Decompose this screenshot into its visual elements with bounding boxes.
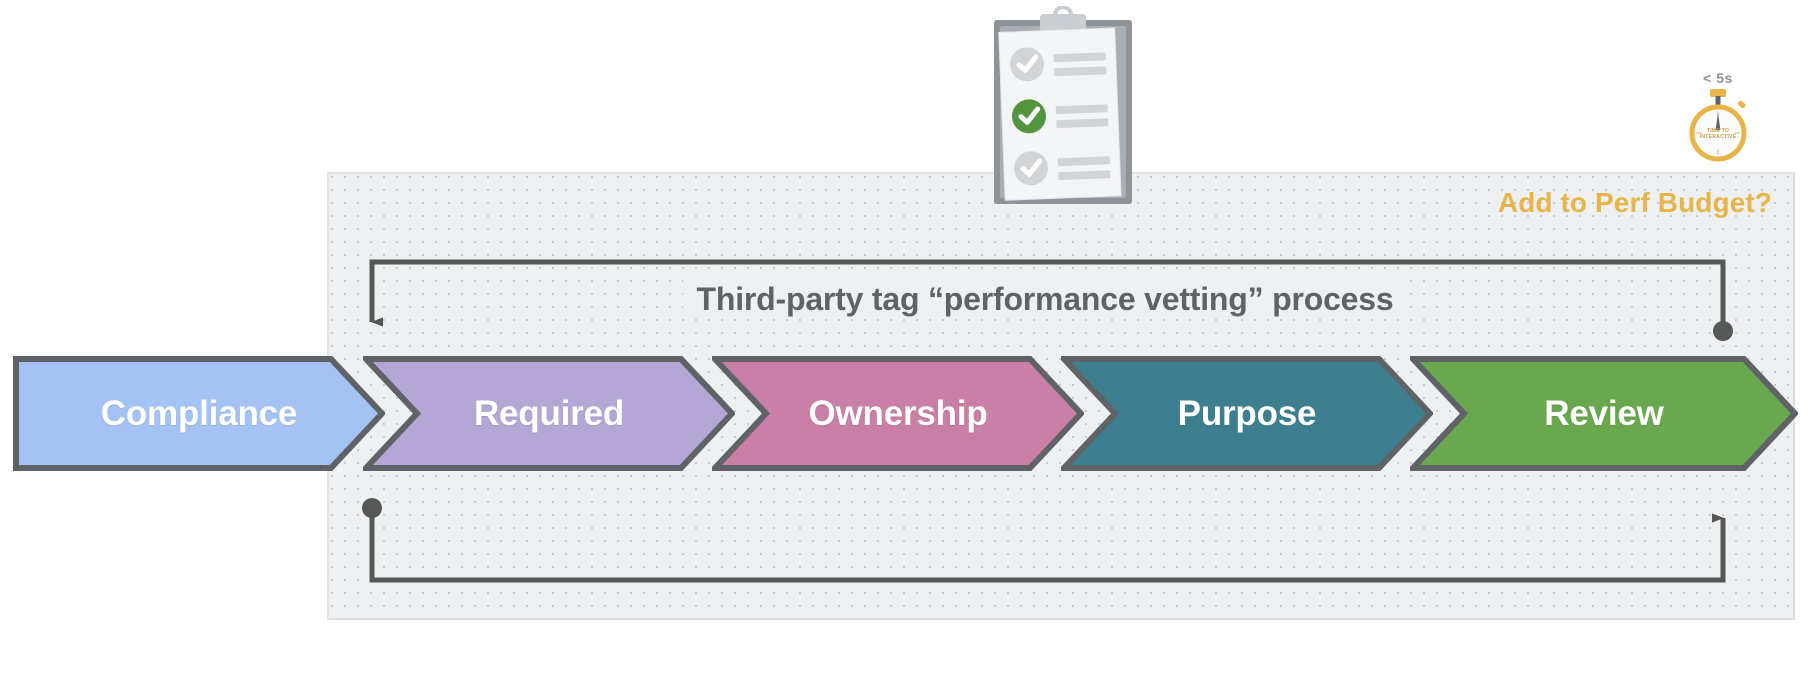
- process-step-purpose[interactable]: Purpose: [1061, 356, 1433, 471]
- clipboard-svg: [994, 5, 1132, 204]
- diagram-title-text: Third-party tag “performance vetting” pr…: [682, 279, 1408, 319]
- process-step-review[interactable]: Review: [1410, 356, 1798, 471]
- stopwatch-inner-label: TIME TO INTERACTIVE: [1672, 128, 1764, 140]
- stopwatch-crown: [1710, 89, 1726, 97]
- process-step-label: Purpose: [1177, 393, 1317, 433]
- process-steps: Compliance Required Ownership Purpose Re…: [0, 356, 1810, 471]
- process-step-required[interactable]: Required: [363, 356, 735, 471]
- process-step-label: Ownership: [808, 393, 988, 433]
- process-step-label: Compliance: [100, 393, 298, 433]
- perf-budget-label: Add to Perf Budget?: [1497, 187, 1772, 218]
- clipboard-paper-group: [998, 27, 1122, 201]
- process-step-label: Review: [1544, 393, 1664, 433]
- stopwatch-stem: [1715, 96, 1721, 105]
- process-step-label: Required: [473, 393, 625, 433]
- stopwatch-inner-line-2: INTERACTIVE: [1699, 134, 1737, 140]
- stopwatch-side-button: [1737, 100, 1746, 109]
- stopwatch-icon: < 5s TIME TO INTERACTIVE: [1672, 70, 1764, 165]
- clipboard-icon: [988, 5, 1138, 218]
- diagram-title: Third-party tag “performance vetting” pr…: [390, 279, 1700, 319]
- process-step-ownership[interactable]: Ownership: [712, 356, 1084, 471]
- diagram-stage: Third-party tag “performance vetting” pr…: [0, 0, 1810, 690]
- process-step-compliance[interactable]: Compliance: [13, 356, 385, 471]
- stopwatch-svg: [1689, 89, 1747, 162]
